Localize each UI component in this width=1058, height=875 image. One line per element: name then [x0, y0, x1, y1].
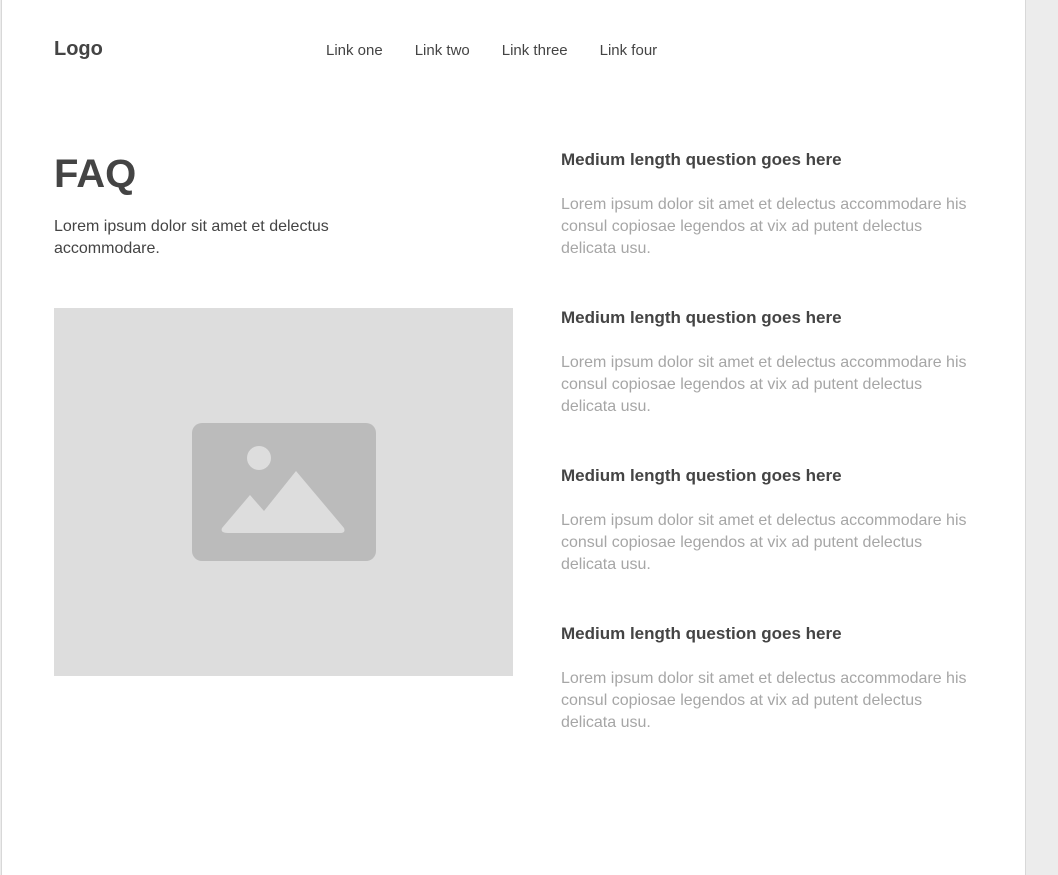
nav-link-two[interactable]: Link two — [415, 42, 470, 59]
faq-answer: Lorem ipsum dolor sit amet et delectus a… — [561, 670, 967, 731]
nav-link-one[interactable]: Link one — [326, 42, 383, 59]
logo[interactable]: Logo — [54, 38, 103, 61]
page-subtitle: Lorem ipsum dolor sit amet et delectus a… — [54, 218, 329, 257]
faq-answer: Lorem ipsum dolor sit amet et delectus a… — [561, 196, 967, 257]
faq-item[interactable]: Medium length question goes here Lorem i… — [561, 464, 981, 622]
page: Logo Link one Link two Link three Link f… — [1, 0, 1026, 875]
faq-question: Medium length question goes here — [561, 150, 842, 169]
faq-answer: Lorem ipsum dolor sit amet et delectus a… — [561, 512, 967, 573]
faq-question: Medium length question goes here — [561, 466, 842, 485]
faq-item[interactable]: Medium length question goes here Lorem i… — [561, 622, 981, 780]
faq-answer: Lorem ipsum dolor sit amet et delectus a… — [561, 354, 967, 415]
faq-question: Medium length question goes here — [561, 624, 842, 643]
image-placeholder — [54, 308, 513, 676]
page-title: FAQ — [54, 152, 137, 196]
faq-item[interactable]: Medium length question goes here Lorem i… — [561, 306, 981, 464]
image-placeholder-icon — [192, 423, 376, 561]
faq-item[interactable]: Medium length question goes here Lorem i… — [561, 148, 981, 306]
nav-link-three[interactable]: Link three — [502, 42, 568, 59]
faq-question: Medium length question goes here — [561, 308, 842, 327]
faq-list: Medium length question goes here Lorem i… — [561, 148, 981, 780]
main-nav: Link one Link two Link three Link four — [326, 42, 657, 59]
nav-link-four[interactable]: Link four — [600, 42, 658, 59]
